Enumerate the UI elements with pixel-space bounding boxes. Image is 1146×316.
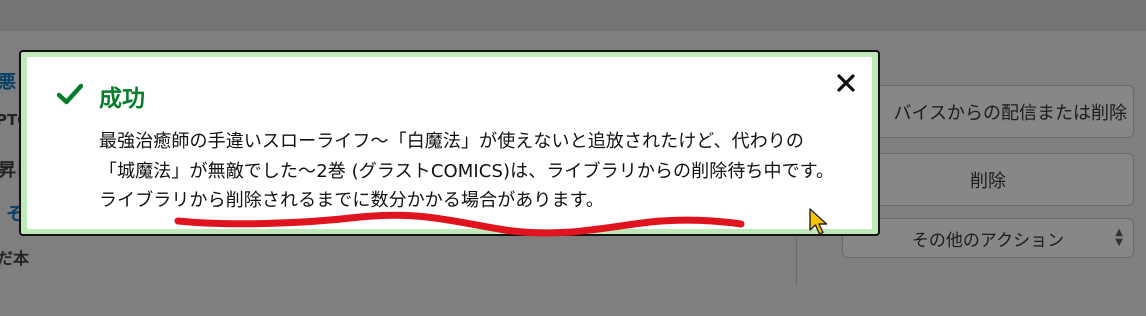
close-icon[interactable] [835, 72, 857, 94]
more-actions-select[interactable]: その他のアクション ▲ ▼ [842, 218, 1134, 258]
success-dialog: 成功 最強治癒師の手違いスローライフ〜「白魔法」が使えないと追放されたけど、代わ… [19, 50, 880, 236]
deliver-or-delete-label: バイスからの配信または削除 [893, 102, 1127, 124]
select-arrows-icon: ▲ ▼ [1115, 227, 1123, 248]
background-header [0, 0, 1146, 31]
more-actions-label: その他のアクション [911, 230, 1065, 251]
background-text-fragment: だ本 [0, 249, 30, 268]
deliver-or-delete-button[interactable]: バイスからの配信または削除 [842, 85, 1134, 138]
checkmark-icon [57, 83, 83, 105]
delete-button[interactable]: 削除 [842, 153, 1134, 206]
delete-label: 削除 [970, 170, 1006, 192]
success-dialog-body: 成功 最強治癒師の手違いスローライフ〜「白魔法」が使えないと追放されたけど、代わ… [27, 57, 872, 229]
mouse-cursor-icon [809, 208, 828, 235]
background-text-fragment: 悪 [0, 72, 16, 93]
dialog-message: 最強治癒師の手違いスローライフ〜「白魔法」が使えないと追放されたけど、代わりの「… [99, 131, 835, 211]
dialog-title: 成功 [99, 86, 145, 112]
